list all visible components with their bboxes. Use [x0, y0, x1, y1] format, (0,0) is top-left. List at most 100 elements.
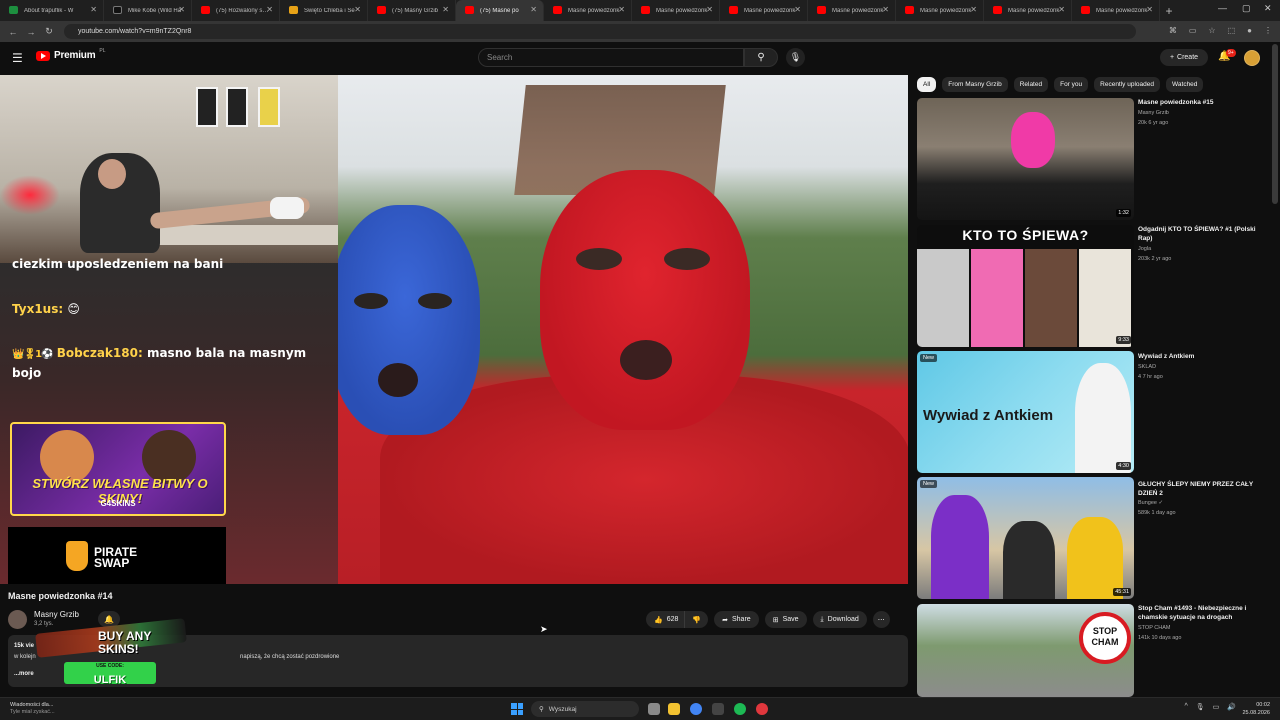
- browser-tab[interactable]: Masne powiedzonk ✕: [984, 0, 1072, 21]
- forward-icon[interactable]: →: [22, 27, 40, 37]
- browser-tab[interactable]: (75) Masny Grzib ✕: [368, 0, 456, 21]
- browser-tab[interactable]: Masne powiedzonk ✕: [632, 0, 720, 21]
- channel-name[interactable]: Masny Grzib: [34, 610, 79, 619]
- windows-start-icon[interactable]: [511, 703, 523, 715]
- browser-tab-active[interactable]: (75) Masne po ✕: [456, 0, 544, 21]
- save-button[interactable]: ⊞ Save: [764, 611, 807, 628]
- recommended-video[interactable]: STOP CHAM Stop Cham #1493 - Niebezpieczn…: [917, 604, 1267, 697]
- video-thumbnail[interactable]: STOP CHAM: [917, 604, 1134, 697]
- browser-tab[interactable]: Masne powiedzonk ✕: [544, 0, 632, 21]
- like-button[interactable]: 👍 628: [646, 611, 685, 628]
- recommended-title[interactable]: GŁUCHY ŚLEPY NIEMY PRZEZ CAŁY DZIEŃ 2: [1138, 480, 1268, 498]
- close-tab-icon[interactable]: ✕: [794, 5, 801, 14]
- close-tab-icon[interactable]: ✕: [90, 5, 97, 14]
- recommended-channel[interactable]: Jogla: [1138, 246, 1151, 252]
- browser-tab[interactable]: Mike Kobe (Wild Ha ✕: [104, 0, 192, 21]
- recommended-channel[interactable]: Masny Grzib: [1138, 110, 1169, 116]
- youtube-logo[interactable]: Premium PL: [36, 48, 106, 61]
- download-button[interactable]: ⤓ Download: [812, 611, 867, 628]
- browser-tab[interactable]: About trapuflik - W ✕: [0, 0, 104, 21]
- account-avatar[interactable]: [1244, 50, 1260, 66]
- voice-search-button[interactable]: 🎙: [786, 48, 805, 67]
- spotify-icon[interactable]: [734, 703, 746, 715]
- browser-tab[interactable]: Masne powiedzonk ✕: [896, 0, 984, 21]
- show-more-link[interactable]: ...more: [14, 671, 34, 677]
- menu-icon[interactable]: ☰: [12, 51, 23, 65]
- close-tab-icon[interactable]: ✕: [882, 5, 889, 14]
- page-scrollbar[interactable]: [1272, 44, 1278, 204]
- reload-icon[interactable]: ↻: [40, 26, 58, 37]
- chip-from-channel[interactable]: From Masny Grzib: [942, 77, 1008, 92]
- close-tab-icon[interactable]: ✕: [1146, 5, 1153, 14]
- recommended-title[interactable]: Wywiad z Antkiem: [1138, 352, 1268, 361]
- network-icon[interactable]: ▭: [1213, 703, 1220, 711]
- app-icon[interactable]: [756, 703, 768, 715]
- menu-dots-icon[interactable]: ⋮: [1264, 26, 1272, 35]
- channel-avatar[interactable]: [8, 610, 27, 629]
- close-tab-icon[interactable]: ✕: [970, 5, 977, 14]
- browser-tab[interactable]: Masne powiedzonk ✕: [1072, 0, 1160, 21]
- app-icon[interactable]: [712, 703, 724, 715]
- new-tab-icon[interactable]: +: [1160, 4, 1178, 18]
- recommended-channel[interactable]: Bungee ✓: [1138, 500, 1163, 506]
- extensions-icon[interactable]: ⬚: [1228, 26, 1236, 35]
- taskbar-search[interactable]: ⚲ Wyszukaj: [531, 701, 639, 717]
- mic-icon[interactable]: 🎙: [1196, 703, 1205, 711]
- share-button[interactable]: ➦ Share: [714, 611, 759, 628]
- chip-related[interactable]: Related: [1013, 77, 1049, 92]
- minimize-icon[interactable]: —: [1218, 3, 1227, 13]
- video-thumbnail[interactable]: New 45:31: [917, 477, 1134, 599]
- close-tab-icon[interactable]: ✕: [530, 5, 537, 14]
- recommended-channel[interactable]: STOP CHAM: [1138, 625, 1171, 631]
- clock[interactable]: 00:02 25.08.2026: [1242, 701, 1270, 717]
- plus-icon: +: [1169, 54, 1175, 61]
- close-tab-icon[interactable]: ✕: [178, 5, 185, 14]
- video-thumbnail[interactable]: 1:32: [917, 98, 1134, 220]
- video-thumbnail[interactable]: New Wywiad z Antkiem 4:30: [917, 351, 1134, 473]
- close-tab-icon[interactable]: ✕: [618, 5, 625, 14]
- dislike-button[interactable]: 👎: [684, 611, 709, 628]
- video-player[interactable]: ciezkim uposledzeniem na bani Tyx1us: 😊 …: [0, 75, 908, 584]
- chip-recently-uploaded[interactable]: Recently uploaded: [1094, 77, 1160, 92]
- recommended-video[interactable]: New Wywiad z Antkiem 4:30 Wywiad z Antki…: [917, 351, 1267, 473]
- calendar-icon: [289, 6, 298, 14]
- news-widget[interactable]: Wiadomości dla... Tyle miał zyskać...: [10, 702, 55, 716]
- close-tab-icon[interactable]: ✕: [1058, 5, 1065, 14]
- cast-icon[interactable]: ▭: [1189, 26, 1197, 35]
- chip-watched[interactable]: Watched: [1166, 77, 1204, 92]
- file-explorer-icon[interactable]: [668, 703, 680, 715]
- close-tab-icon[interactable]: ✕: [706, 5, 713, 14]
- video-thumbnail[interactable]: KTO TO ŚPIEWA? 9:33: [917, 225, 1134, 347]
- recommended-title[interactable]: Masne powiedzonka #15: [1138, 98, 1268, 107]
- search-button[interactable]: ⚲: [744, 48, 778, 67]
- maximize-icon[interactable]: ▢: [1242, 3, 1251, 14]
- recommended-video[interactable]: 1:32 Masne powiedzonka #15 Masny Grzib 2…: [917, 98, 1267, 220]
- bookmark-star-icon[interactable]: ☆: [1208, 26, 1215, 35]
- browser-tab[interactable]: Masne powiedzonk ✕: [808, 0, 896, 21]
- close-tab-icon[interactable]: ✕: [354, 5, 361, 14]
- close-tab-icon[interactable]: ✕: [442, 5, 449, 14]
- task-view-icon[interactable]: [648, 703, 660, 715]
- close-window-icon[interactable]: ✕: [1264, 3, 1272, 14]
- browser-tab[interactable]: Święto Chleba i Se ✕: [280, 0, 368, 21]
- chip-for-you[interactable]: For you: [1054, 77, 1089, 92]
- more-actions-button[interactable]: ⋯: [872, 611, 890, 628]
- volume-icon[interactable]: 🔊: [1227, 703, 1236, 711]
- chevron-up-icon[interactable]: ^: [1184, 703, 1187, 711]
- chip-all[interactable]: All: [917, 77, 937, 92]
- translate-icon[interactable]: ⌘: [1169, 26, 1177, 35]
- recommended-channel[interactable]: SKLAD: [1138, 364, 1156, 370]
- recommended-video[interactable]: KTO TO ŚPIEWA? 9:33 Odgadnij KTO TO ŚPIE…: [917, 225, 1267, 347]
- browser-tab[interactable]: (75) Rozwalony syst ✕: [192, 0, 280, 21]
- recommended-title[interactable]: Odgadnij KTO TO ŚPIEWA? #1 (Polski Rap): [1138, 225, 1268, 243]
- recommended-video[interactable]: New 45:31 GŁUCHY ŚLEPY NIEMY PRZEZ CAŁY …: [917, 477, 1267, 599]
- close-tab-icon[interactable]: ✕: [266, 5, 273, 14]
- search-input[interactable]: Search: [478, 48, 744, 67]
- chrome-icon[interactable]: [690, 703, 702, 715]
- recommended-title[interactable]: Stop Cham #1493 - Niebezpieczne i chamsk…: [1138, 604, 1268, 622]
- create-button[interactable]: + Create: [1160, 49, 1208, 66]
- profile-icon[interactable]: ●: [1247, 26, 1252, 35]
- url-input[interactable]: youtube.com/watch?v=m9nTZ2Qnr8: [64, 24, 1136, 39]
- back-icon[interactable]: ←: [4, 27, 22, 37]
- browser-tab[interactable]: Masne powiedzonk ✕: [720, 0, 808, 21]
